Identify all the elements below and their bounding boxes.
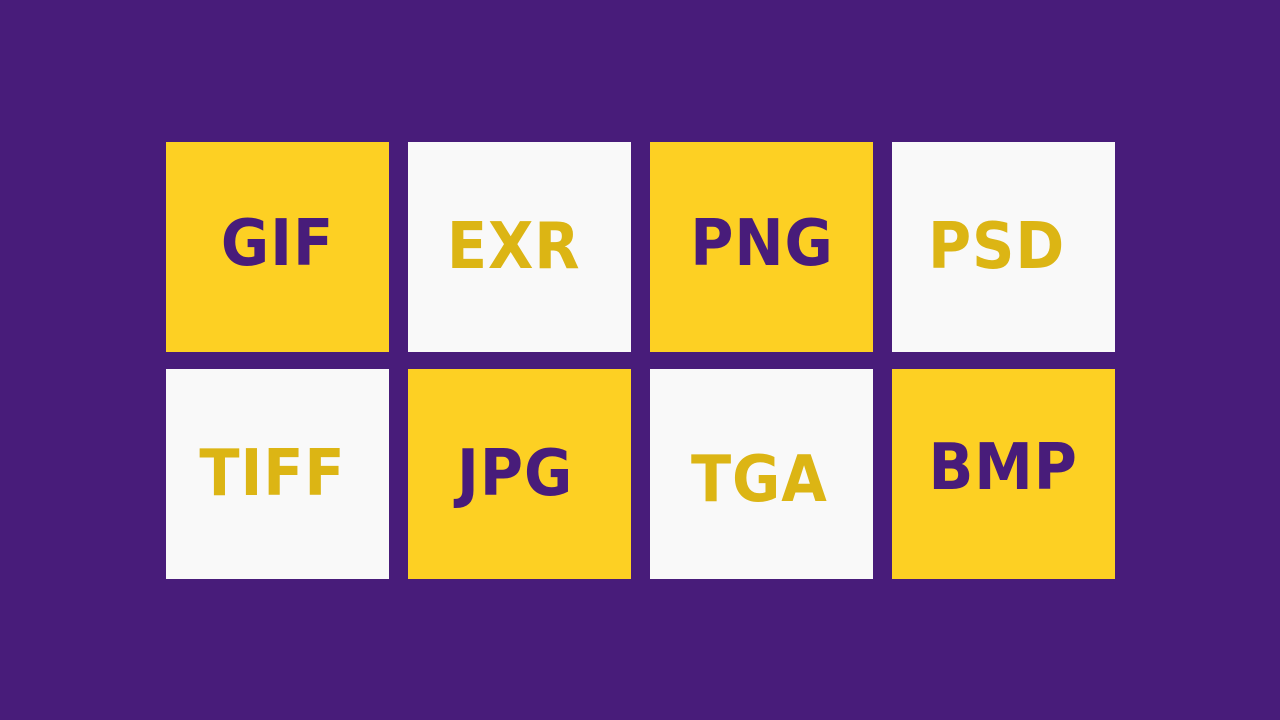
format-label: TGA [691,443,828,517]
file-format-grid: GIF EXR PNG PSD TIFF JPG TGA BMP [166,142,1115,579]
format-tile-gif: GIF [166,142,389,352]
format-tile-png: PNG [650,142,873,352]
format-label: TIFF [199,437,346,511]
format-tile-tga: TGA [650,369,873,579]
format-label: BMP [928,431,1079,505]
format-tile-jpg: JPG [408,369,631,579]
format-label: GIF [220,207,335,281]
format-label: EXR [446,210,581,284]
format-tile-exr: EXR [408,142,631,352]
format-label: PNG [689,207,834,281]
format-label: PSD [927,210,1066,284]
format-label: JPG [457,437,574,511]
format-tile-bmp: BMP [892,369,1115,579]
format-tile-tiff: TIFF [166,369,389,579]
format-tile-psd: PSD [892,142,1115,352]
